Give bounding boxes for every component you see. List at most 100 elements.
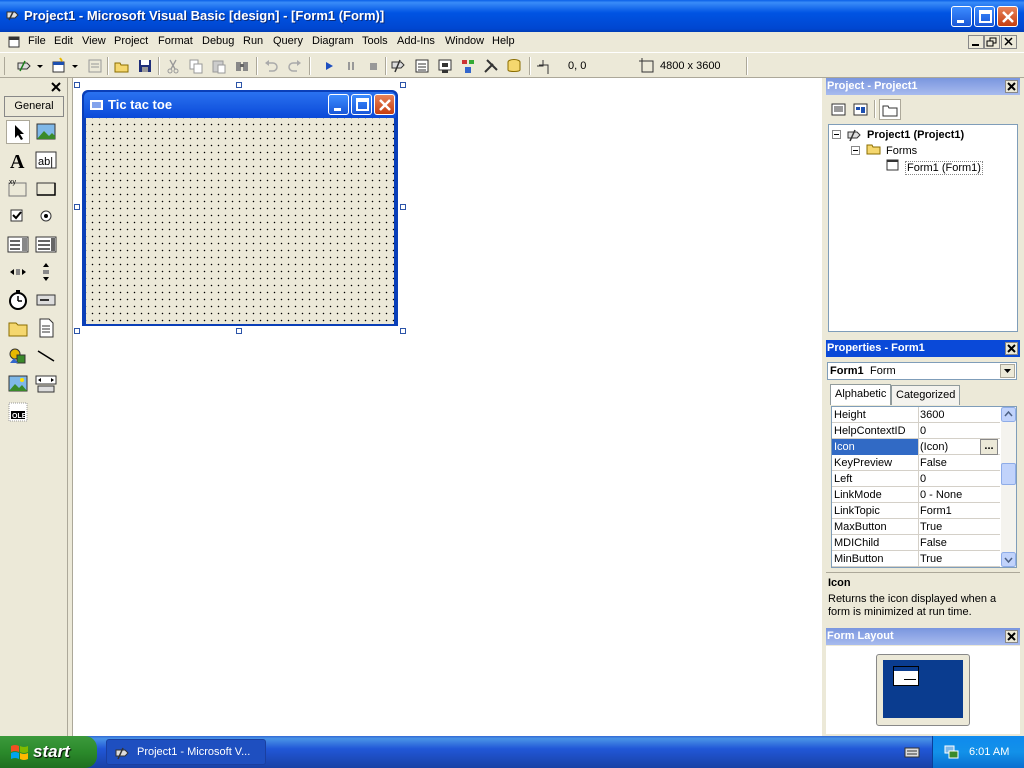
property-value[interactable]: 3600 bbox=[920, 409, 944, 423]
toggle-folders-button[interactable] bbox=[879, 99, 901, 120]
form-title-bar[interactable]: Tic tac toe bbox=[84, 92, 396, 118]
label-tool-icon[interactable]: A bbox=[6, 148, 30, 172]
menu-run[interactable]: Run bbox=[243, 35, 263, 47]
property-value[interactable]: False bbox=[920, 537, 947, 551]
property-row[interactable]: LinkTopic Form1 bbox=[832, 503, 1000, 519]
menu-edit[interactable]: Edit bbox=[54, 35, 73, 47]
resize-handle[interactable] bbox=[400, 82, 406, 88]
view-code-icon[interactable] bbox=[830, 101, 848, 119]
data-tool-icon[interactable] bbox=[34, 372, 58, 396]
add-form-icon[interactable] bbox=[50, 57, 68, 75]
start-button[interactable]: start bbox=[0, 736, 97, 768]
menu-view[interactable]: View bbox=[82, 35, 106, 47]
vb-app-icon[interactable] bbox=[5, 8, 21, 24]
line-tool-icon[interactable] bbox=[34, 344, 58, 368]
resize-handle[interactable] bbox=[236, 328, 242, 334]
form-maximize-button[interactable] bbox=[351, 94, 372, 115]
menu-query[interactable]: Query bbox=[273, 35, 303, 47]
tab-alphabetic[interactable]: Alphabetic bbox=[830, 384, 892, 405]
scroll-down-icon[interactable] bbox=[1001, 552, 1016, 567]
open-project-icon[interactable] bbox=[113, 57, 131, 75]
property-row[interactable]: MaxButton True bbox=[832, 519, 1000, 535]
scroll-thumb[interactable] bbox=[1001, 463, 1016, 485]
find-icon[interactable] bbox=[233, 57, 251, 75]
resize-handle[interactable] bbox=[400, 328, 406, 334]
object-browser-icon[interactable] bbox=[459, 57, 477, 75]
scroll-up-icon[interactable] bbox=[1001, 407, 1016, 422]
object-dropdown-button[interactable] bbox=[1000, 364, 1015, 378]
undo-icon[interactable] bbox=[262, 57, 280, 75]
property-row[interactable]: MinButton True bbox=[832, 551, 1000, 567]
dropdown-arrow-icon[interactable] bbox=[37, 65, 43, 69]
commandbutton-tool-icon[interactable] bbox=[34, 176, 58, 200]
drivelistbox-tool-icon[interactable] bbox=[34, 288, 58, 312]
dirlistbox-tool-icon[interactable] bbox=[6, 316, 30, 340]
collapse-icon[interactable] bbox=[832, 130, 841, 139]
property-ellipsis-button[interactable]: ... bbox=[980, 439, 998, 455]
properties-panel-close-button[interactable] bbox=[1005, 342, 1018, 355]
textbox-tool-icon[interactable]: ab| bbox=[34, 148, 58, 172]
menu-editor-icon[interactable] bbox=[86, 57, 104, 75]
mdi-close-button[interactable] bbox=[1001, 35, 1017, 49]
property-value[interactable]: 0 bbox=[920, 473, 926, 487]
clock[interactable]: 6:01 AM bbox=[969, 746, 1009, 758]
form-grid-surface[interactable] bbox=[86, 118, 394, 324]
properties-window-icon[interactable] bbox=[413, 57, 431, 75]
form-window[interactable]: Tic tac toe bbox=[82, 90, 398, 326]
title-bar[interactable]: Project1 - Microsoft Visual Basic [desig… bbox=[0, 0, 1024, 32]
copy-icon[interactable] bbox=[187, 57, 205, 75]
vscrollbar-tool-icon[interactable] bbox=[34, 260, 58, 284]
form-layout-panel-title[interactable]: Form Layout bbox=[826, 628, 1020, 645]
menu-tools[interactable]: Tools bbox=[362, 35, 388, 47]
property-row-selected[interactable]: Icon (Icon)... bbox=[832, 439, 1000, 455]
menu-project[interactable]: Project bbox=[114, 35, 148, 47]
resize-handle[interactable] bbox=[74, 328, 80, 334]
form-close-button[interactable] bbox=[374, 94, 395, 115]
property-value[interactable]: (Icon) bbox=[920, 441, 948, 455]
cut-icon[interactable] bbox=[164, 57, 182, 75]
property-value[interactable]: Form1 bbox=[920, 505, 952, 519]
toolbox-close-icon[interactable] bbox=[50, 81, 62, 93]
resize-handle[interactable] bbox=[400, 204, 406, 210]
form-position-preview[interactable] bbox=[893, 666, 919, 686]
property-row[interactable]: Left 0 bbox=[832, 471, 1000, 487]
property-value[interactable]: 0 bbox=[920, 425, 926, 439]
form-layout-window[interactable] bbox=[826, 646, 1020, 734]
project-panel-title[interactable]: Project - Project1 bbox=[826, 78, 1020, 95]
property-row[interactable]: HelpContextID 0 bbox=[832, 423, 1000, 439]
hscrollbar-tool-icon[interactable] bbox=[6, 260, 30, 284]
properties-panel-title[interactable]: Properties - Form1 bbox=[826, 340, 1020, 357]
menu-help[interactable]: Help bbox=[492, 35, 515, 47]
taskbar-item-vb[interactable]: Project1 - Microsoft V... bbox=[106, 739, 266, 765]
toolbox-tab-general[interactable]: General bbox=[4, 96, 64, 117]
form-minimize-button[interactable] bbox=[328, 94, 349, 115]
optionbutton-tool-icon[interactable] bbox=[34, 204, 58, 228]
maximize-button[interactable] bbox=[974, 6, 995, 27]
property-value[interactable]: False bbox=[920, 457, 947, 471]
mdi-restore-button[interactable] bbox=[984, 35, 1000, 49]
property-grid-scrollbar[interactable] bbox=[1001, 407, 1016, 567]
ole-tool-icon[interactable]: OLE bbox=[6, 400, 30, 424]
menu-format[interactable]: Format bbox=[158, 35, 193, 47]
frame-tool-icon[interactable]: xy bbox=[6, 176, 30, 200]
tree-forms-folder[interactable]: Forms bbox=[886, 145, 917, 157]
property-row[interactable]: Height 3600 bbox=[832, 407, 1000, 423]
data-view-icon[interactable] bbox=[505, 57, 523, 75]
listbox-tool-icon[interactable] bbox=[34, 232, 58, 256]
menu-diagram[interactable]: Diagram bbox=[312, 35, 354, 47]
project-tree[interactable]: Project1 (Project1) Forms Form1 (Form1) bbox=[828, 124, 1018, 332]
image-tool-icon[interactable] bbox=[6, 372, 30, 396]
mdi-form-icon[interactable] bbox=[8, 36, 20, 48]
keyboard-icon[interactable] bbox=[904, 745, 920, 759]
paste-icon[interactable] bbox=[210, 57, 228, 75]
combobox-tool-icon[interactable] bbox=[6, 232, 30, 256]
filelistbox-tool-icon[interactable] bbox=[34, 316, 58, 340]
project-explorer-icon[interactable] bbox=[390, 57, 408, 75]
menu-debug[interactable]: Debug bbox=[202, 35, 234, 47]
form-layout-icon[interactable] bbox=[436, 57, 454, 75]
redo-icon[interactable] bbox=[286, 57, 304, 75]
shape-tool-icon[interactable] bbox=[6, 344, 30, 368]
property-value[interactable]: True bbox=[920, 521, 942, 535]
dropdown-arrow-icon[interactable] bbox=[72, 65, 78, 69]
resize-handle[interactable] bbox=[74, 82, 80, 88]
